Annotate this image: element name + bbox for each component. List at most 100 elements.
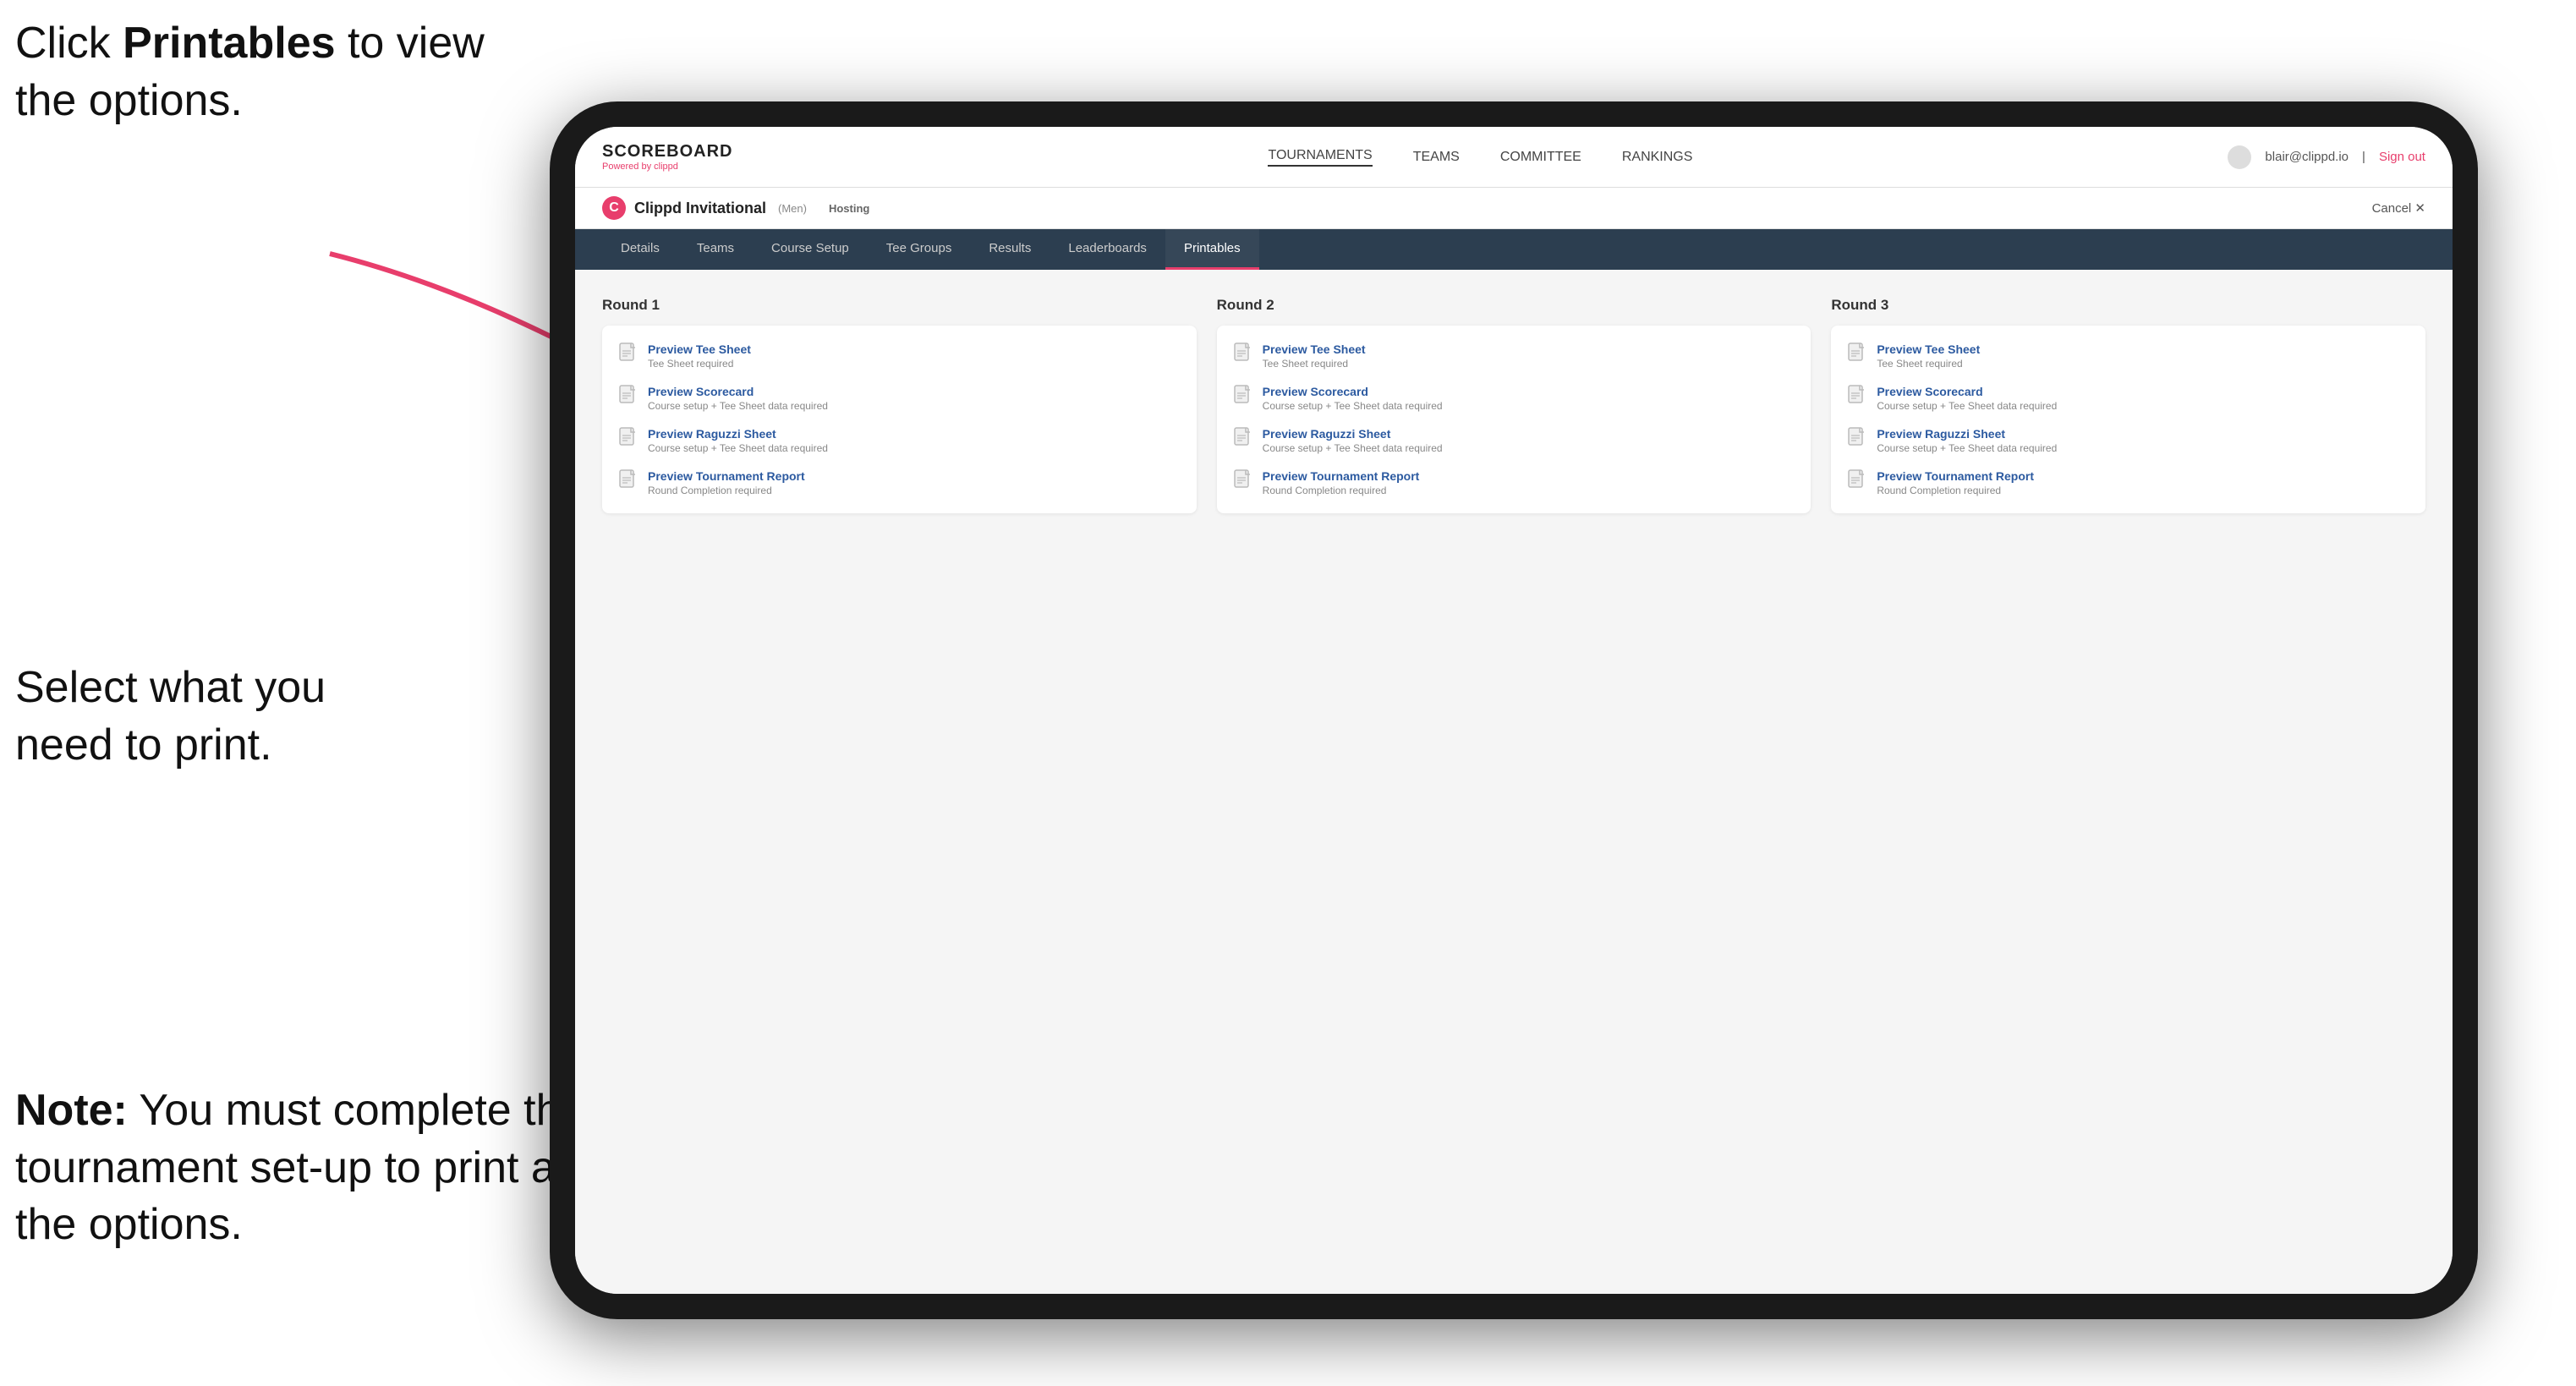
tournament-hosting: Hosting (829, 202, 869, 215)
round-3-label: Round 3 (1831, 297, 2425, 314)
print-item-subtitle-r1-2: Course setup + Tee Sheet data required (648, 400, 828, 412)
print-item-text-r1-3: Preview Raguzzi SheetCourse setup + Tee … (648, 427, 828, 454)
print-item-text-r2-2: Preview Scorecard Course setup + Tee Shee… (1263, 385, 1443, 412)
doc-icon-r2-3 (1234, 427, 1252, 453)
print-item-r2-1[interactable]: Preview Tee Sheet Tee Sheet required (1234, 342, 1795, 370)
print-item-title-r3-4: Preview Tournament Report (1877, 469, 2034, 483)
print-item-subtitle-r1-3: Course setup + Tee Sheet data required (648, 442, 828, 454)
doc-icon-r1-3 (619, 427, 638, 453)
print-item-text-r3-3: Preview Raguzzi SheetCourse setup + Tee … (1877, 427, 2057, 454)
doc-icon-r3-3 (1848, 427, 1866, 453)
doc-icon-r2-2 (1234, 385, 1252, 411)
print-item-text-r1-2: Preview Scorecard Course setup + Tee Shee… (648, 385, 828, 412)
print-item-title-r2-2: Preview Scorecard (1263, 385, 1443, 398)
scoreboard-logo: SCOREBOARD Powered by clippd (602, 142, 732, 172)
tab-tee-groups[interactable]: Tee Groups (868, 229, 971, 270)
print-item-title-r3-3: Preview Raguzzi Sheet (1877, 427, 2057, 441)
round-1-card: Preview Tee Sheet Tee Sheet required Prev… (602, 326, 1197, 513)
print-item-title-r2-1: Preview Tee Sheet (1263, 342, 1366, 356)
logo-title: SCOREBOARD (602, 142, 732, 162)
round-2-card: Preview Tee Sheet Tee Sheet required Prev… (1217, 326, 1811, 513)
print-item-subtitle-r3-3: Course setup + Tee Sheet data required (1877, 442, 2057, 454)
tournament-logo: C (602, 196, 626, 220)
tablet-device: SCOREBOARD Powered by clippd TOURNAMENTS… (550, 101, 2478, 1319)
print-item-r2-3[interactable]: Preview Raguzzi SheetCourse setup + Tee … (1234, 427, 1795, 454)
print-item-r3-1[interactable]: Preview Tee Sheet Tee Sheet required (1848, 342, 2409, 370)
print-item-r3-2[interactable]: Preview Scorecard Course setup + Tee Shee… (1848, 385, 2409, 412)
sub-nav: Details Teams Course Setup Tee Groups Re… (575, 229, 2453, 270)
nav-link-teams[interactable]: TEAMS (1413, 150, 1460, 165)
print-item-r2-2[interactable]: Preview Scorecard Course setup + Tee Shee… (1234, 385, 1795, 412)
round-column-2: Round 2 Preview Tee Sheet Tee Sheet requi… (1217, 297, 1811, 513)
print-item-text-r3-1: Preview Tee Sheet Tee Sheet required (1877, 342, 1980, 370)
print-item-text-r2-1: Preview Tee Sheet Tee Sheet required (1263, 342, 1366, 370)
tournament-title: Clippd Invitational (634, 200, 766, 217)
print-item-title-r1-4: Preview Tournament Report (648, 469, 805, 483)
tab-leaderboards[interactable]: Leaderboards (1050, 229, 1165, 270)
print-item-title-r1-1: Preview Tee Sheet (648, 342, 751, 356)
print-item-subtitle-r2-1: Tee Sheet required (1263, 358, 1366, 370)
print-item-subtitle-r2-4: Round Completion required (1263, 485, 1420, 496)
rounds-grid: Round 1 Preview Tee Sheet Tee Sheet requi… (602, 297, 2425, 513)
annotation-middle: Select what youneed to print. (15, 660, 326, 774)
tab-printables[interactable]: Printables (1165, 229, 1259, 270)
print-item-subtitle-r2-3: Course setup + Tee Sheet data required (1263, 442, 1443, 454)
tournament-badge: (Men) (778, 202, 807, 215)
main-content: Round 1 Preview Tee Sheet Tee Sheet requi… (575, 270, 2453, 1294)
annotation-top: Click Printables to view the options. (15, 15, 506, 129)
tab-course-setup[interactable]: Course Setup (753, 229, 868, 270)
print-item-subtitle-r1-4: Round Completion required (648, 485, 805, 496)
user-email: blair@clippd.io (2265, 150, 2349, 164)
print-item-subtitle-r3-2: Course setup + Tee Sheet data required (1877, 400, 2057, 412)
tab-teams[interactable]: Teams (678, 229, 753, 270)
annotation-bold-note: Note: (15, 1086, 128, 1135)
top-nav-links: TOURNAMENTS TEAMS COMMITTEE RANKINGS (1268, 148, 1692, 167)
print-item-text-r3-2: Preview Scorecard Course setup + Tee Shee… (1877, 385, 2057, 412)
sign-out-link[interactable]: Sign out (2379, 150, 2425, 164)
tab-details[interactable]: Details (602, 229, 678, 270)
nav-link-rankings[interactable]: RANKINGS (1622, 150, 1693, 165)
print-item-text-r3-4: Preview Tournament Report Round Completio… (1877, 469, 2034, 496)
round-3-card: Preview Tee Sheet Tee Sheet required Prev… (1831, 326, 2425, 513)
print-item-r1-3[interactable]: Preview Raguzzi SheetCourse setup + Tee … (619, 427, 1180, 454)
print-item-text-r1-1: Preview Tee Sheet Tee Sheet required (648, 342, 751, 370)
round-1-label: Round 1 (602, 297, 1197, 314)
print-item-title-r1-2: Preview Scorecard (648, 385, 828, 398)
doc-icon-r3-4 (1848, 469, 1866, 496)
print-item-title-r3-2: Preview Scorecard (1877, 385, 2057, 398)
print-item-r1-2[interactable]: Preview Scorecard Course setup + Tee Shee… (619, 385, 1180, 412)
print-item-title-r2-3: Preview Raguzzi Sheet (1263, 427, 1443, 441)
cancel-button[interactable]: Cancel ✕ (2372, 200, 2425, 216)
annotation-bold-printables: Printables (123, 19, 335, 68)
print-item-subtitle-r3-1: Tee Sheet required (1877, 358, 1980, 370)
nav-separator: | (2362, 150, 2365, 164)
top-nav-right: blair@clippd.io | Sign out (2228, 145, 2425, 169)
annotation-bottom: Note: You must complete the tournament s… (15, 1082, 590, 1254)
print-item-subtitle-r1-1: Tee Sheet required (648, 358, 751, 370)
doc-icon-r1-2 (619, 385, 638, 411)
print-item-r3-3[interactable]: Preview Raguzzi SheetCourse setup + Tee … (1848, 427, 2409, 454)
print-item-subtitle-r2-2: Course setup + Tee Sheet data required (1263, 400, 1443, 412)
print-item-title-r3-1: Preview Tee Sheet (1877, 342, 1980, 356)
print-item-r1-4[interactable]: Preview Tournament Report Round Completio… (619, 469, 1180, 496)
print-item-title-r1-3: Preview Raguzzi Sheet (648, 427, 828, 441)
logo-subtitle: Powered by clippd (602, 162, 732, 172)
tablet-screen: SCOREBOARD Powered by clippd TOURNAMENTS… (575, 127, 2453, 1294)
print-item-r2-4[interactable]: Preview Tournament ReportRound Completio… (1234, 469, 1795, 496)
doc-icon-r2-1 (1234, 342, 1252, 369)
round-2-label: Round 2 (1217, 297, 1811, 314)
print-item-text-r2-3: Preview Raguzzi SheetCourse setup + Tee … (1263, 427, 1443, 454)
user-avatar (2228, 145, 2251, 169)
doc-icon-r3-1 (1848, 342, 1866, 369)
print-item-r1-1[interactable]: Preview Tee Sheet Tee Sheet required (619, 342, 1180, 370)
print-item-subtitle-r3-4: Round Completion required (1877, 485, 2034, 496)
print-item-text-r1-4: Preview Tournament Report Round Completio… (648, 469, 805, 496)
print-item-r3-4[interactable]: Preview Tournament Report Round Completio… (1848, 469, 2409, 496)
round-column-1: Round 1 Preview Tee Sheet Tee Sheet requi… (602, 297, 1197, 513)
nav-link-tournaments[interactable]: TOURNAMENTS (1268, 148, 1372, 167)
doc-icon-r2-4 (1234, 469, 1252, 496)
top-nav: SCOREBOARD Powered by clippd TOURNAMENTS… (575, 127, 2453, 188)
tab-results[interactable]: Results (970, 229, 1050, 270)
print-item-text-r2-4: Preview Tournament ReportRound Completio… (1263, 469, 1420, 496)
nav-link-committee[interactable]: COMMITTEE (1500, 150, 1581, 165)
